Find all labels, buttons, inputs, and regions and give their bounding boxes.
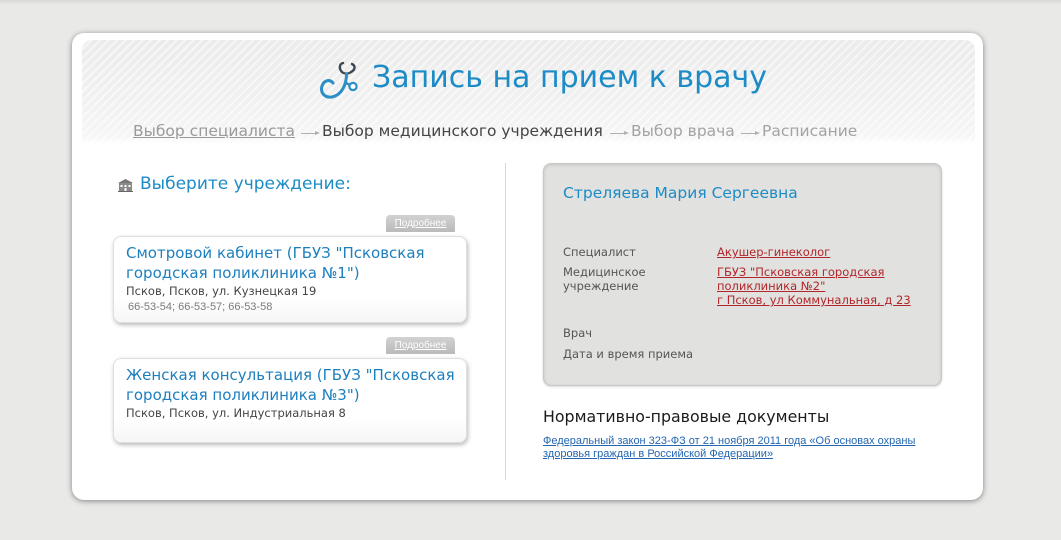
details-link[interactable]: Подробнее (386, 215, 455, 232)
arrow-right-icon (301, 131, 320, 135)
institution-card[interactable]: Женская консультация (ГБУЗ "Псковская го… (113, 358, 467, 443)
arrow-right-icon (610, 131, 629, 135)
document-link[interactable]: Федеральный закон 323-ФЗ от 21 ноября 20… (543, 435, 945, 461)
building-icon (117, 177, 134, 192)
details-link[interactable]: Подробнее (386, 337, 455, 354)
institution-label: Медицинское учреждение (563, 265, 646, 293)
specialist-label: Специалист (563, 245, 636, 259)
stethoscope-icon (318, 61, 358, 101)
specialist-value-link[interactable]: Акушер-гинеколог (717, 245, 915, 259)
institution-address-link[interactable]: г Псков, ул Коммунальная, д 23 (717, 293, 915, 307)
patient-name: Стреляева Мария Сергеевна (563, 184, 798, 202)
institution-address: Псков, Псков, ул. Индустриальная 8 (126, 406, 346, 420)
institutions-heading: Выберите учреждение: (140, 174, 351, 194)
step-schedule: Расписание (762, 122, 858, 140)
arrow-right-icon (741, 131, 760, 135)
institution-card[interactable]: Смотровой кабинет (ГБУЗ "Псковская город… (113, 236, 467, 323)
page-title: Запись на прием к врачу (372, 60, 767, 95)
step-select-doctor: Выбор врача (631, 122, 735, 140)
institution-phones: 66-53-54; 66-53-57; 66-53-58 (128, 301, 273, 313)
documents-heading: Нормативно-правовые документы (543, 407, 830, 426)
institution-value-link[interactable]: ГБУЗ "Псковская городская поликлиника №2… (717, 265, 915, 293)
institution-name: Смотровой кабинет (ГБУЗ "Псковская город… (126, 244, 425, 282)
doctor-label: Врач (563, 326, 593, 340)
appointment-time-label: Дата и время приема (563, 347, 694, 361)
institution-name: Женская консультация (ГБУЗ "Псковская го… (126, 366, 455, 404)
institution-address: Псков, Псков, ул. Кузнецкая 19 (126, 284, 317, 298)
step-select-specialist[interactable]: Выбор специалиста (133, 121, 295, 141)
step-select-institution: Выбор медицинского учреждения (322, 122, 603, 140)
column-divider (505, 163, 506, 480)
